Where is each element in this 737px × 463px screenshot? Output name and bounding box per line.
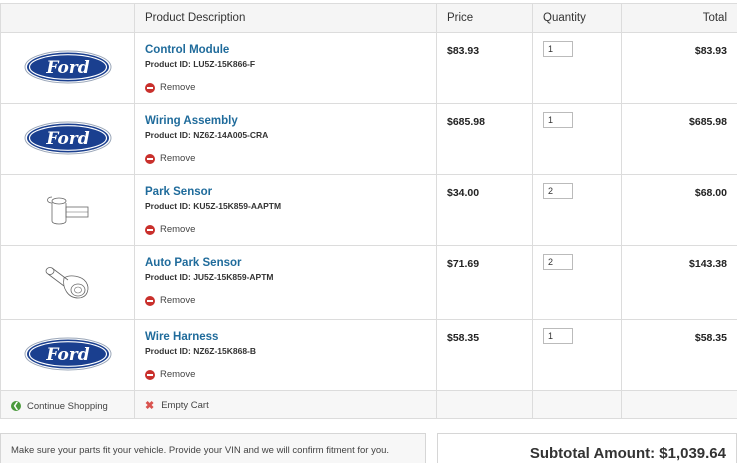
remove-icon <box>145 295 155 306</box>
vin-fitment-note: Make sure your parts fit your vehicle. P… <box>0 433 426 463</box>
continue-cell: ❮ Continue Shopping <box>0 390 135 419</box>
image-column-header <box>0 3 135 33</box>
product-image-cell <box>0 245 135 320</box>
cart-actions-row: ❮ Continue Shopping ✖ Empty Cart <box>0 390 737 419</box>
product-description-cell: Park Sensor Product ID: KU5Z-15K859-AAPT… <box>134 174 437 246</box>
cart-table: Product Description Price Quantity Total… <box>0 3 737 419</box>
product-image-cell: Ford <box>0 32 135 104</box>
product-name-link[interactable]: Wire Harness <box>145 331 426 343</box>
footer-empty-cell <box>436 390 533 419</box>
quantity-input[interactable] <box>543 112 573 128</box>
product-name-link[interactable]: Auto Park Sensor <box>145 257 426 269</box>
price-cell: $83.93 <box>436 32 533 104</box>
product-description-cell: Control Module Product ID: LU5Z-15K866-F… <box>134 32 437 104</box>
line-total-cell: $83.93 <box>621 32 737 104</box>
remove-icon <box>145 153 155 164</box>
quantity-cell <box>532 103 622 175</box>
continue-shopping-button[interactable]: ❮ Continue Shopping <box>1 401 108 412</box>
close-icon: ✖ <box>145 399 155 412</box>
product-image-cell: Ford <box>0 103 135 175</box>
ford-logo-icon[interactable]: Ford <box>24 50 112 84</box>
ford-logo-icon[interactable]: Ford <box>24 337 112 371</box>
cart-header-row: Product Description Price Quantity Total <box>0 3 737 33</box>
remove-button[interactable]: Remove <box>145 295 195 306</box>
remove-button[interactable]: Remove <box>145 82 195 93</box>
quantity-input[interactable] <box>543 254 573 270</box>
table-row: Ford Control Module Product ID: LU5Z-15K… <box>0 32 737 104</box>
quantity-input[interactable] <box>543 183 573 199</box>
remove-button[interactable]: Remove <box>145 369 195 380</box>
product-id: Product ID: NZ6Z-14A005-CRA <box>145 130 269 140</box>
remove-button[interactable]: Remove <box>145 224 195 235</box>
svg-text:Ford: Ford <box>45 345 89 365</box>
ford-logo-icon[interactable]: Ford <box>24 121 112 155</box>
line-total-cell: $68.00 <box>621 174 737 246</box>
product-description-cell: Wiring Assembly Product ID: NZ6Z-14A005-… <box>134 103 437 175</box>
arrow-left-circle-icon: ❮ <box>11 401 21 412</box>
quantity-input[interactable] <box>543 41 573 57</box>
price-cell: $58.35 <box>436 319 533 391</box>
subtotal-amount: Subtotal Amount: $1,039.64 <box>437 433 737 463</box>
product-description-cell: Auto Park Sensor Product ID: JU5Z-15K859… <box>134 245 437 320</box>
remove-button[interactable]: Remove <box>145 153 195 164</box>
product-image-cell: Ford <box>0 319 135 391</box>
footer-empty-cell <box>621 390 737 419</box>
remove-icon <box>145 369 155 380</box>
park-sensor-drawing-icon[interactable] <box>38 189 98 229</box>
product-id: Product ID: JU5Z-15K859-APTM <box>145 272 274 282</box>
description-column-header: Product Description <box>134 3 437 33</box>
table-row: Park Sensor Product ID: KU5Z-15K859-AAPT… <box>0 174 737 246</box>
quantity-cell <box>532 245 622 320</box>
quantity-input[interactable] <box>543 328 573 344</box>
price-cell: $34.00 <box>436 174 533 246</box>
empty-cart-cell: ✖ Empty Cart <box>134 390 437 419</box>
remove-icon <box>145 82 155 93</box>
product-id: Product ID: NZ6Z-15K868-B <box>145 346 257 356</box>
product-name-link[interactable]: Control Module <box>145 44 426 56</box>
svg-text:Ford: Ford <box>45 58 89 78</box>
quantity-cell <box>532 174 622 246</box>
quantity-column-header: Quantity <box>532 3 622 33</box>
footer-empty-cell <box>532 390 622 419</box>
table-row: Ford Wiring Assembly Product ID: NZ6Z-14… <box>0 103 737 175</box>
auto-park-sensor-drawing-icon[interactable] <box>38 258 98 304</box>
product-image-cell <box>0 174 135 246</box>
price-cell: $71.69 <box>436 245 533 320</box>
line-total-cell: $58.35 <box>621 319 737 391</box>
remove-icon <box>145 224 155 235</box>
table-row: Ford Wire Harness Product ID: NZ6Z-15K86… <box>0 319 737 391</box>
svg-text:Ford: Ford <box>45 129 89 149</box>
total-column-header: Total <box>621 3 737 33</box>
product-name-link[interactable]: Park Sensor <box>145 186 426 198</box>
product-id: Product ID: LU5Z-15K866-F <box>145 59 256 69</box>
price-column-header: Price <box>436 3 533 33</box>
product-description-cell: Wire Harness Product ID: NZ6Z-15K868-B R… <box>134 319 437 391</box>
price-cell: $685.98 <box>436 103 533 175</box>
quantity-cell <box>532 319 622 391</box>
product-id: Product ID: KU5Z-15K859-AAPTM <box>145 201 282 211</box>
line-total-cell: $143.38 <box>621 245 737 320</box>
empty-cart-button[interactable]: ✖ Empty Cart <box>135 399 209 412</box>
line-total-cell: $685.98 <box>621 103 737 175</box>
table-row: Auto Park Sensor Product ID: JU5Z-15K859… <box>0 245 737 320</box>
product-name-link[interactable]: Wiring Assembly <box>145 115 426 127</box>
quantity-cell <box>532 32 622 104</box>
